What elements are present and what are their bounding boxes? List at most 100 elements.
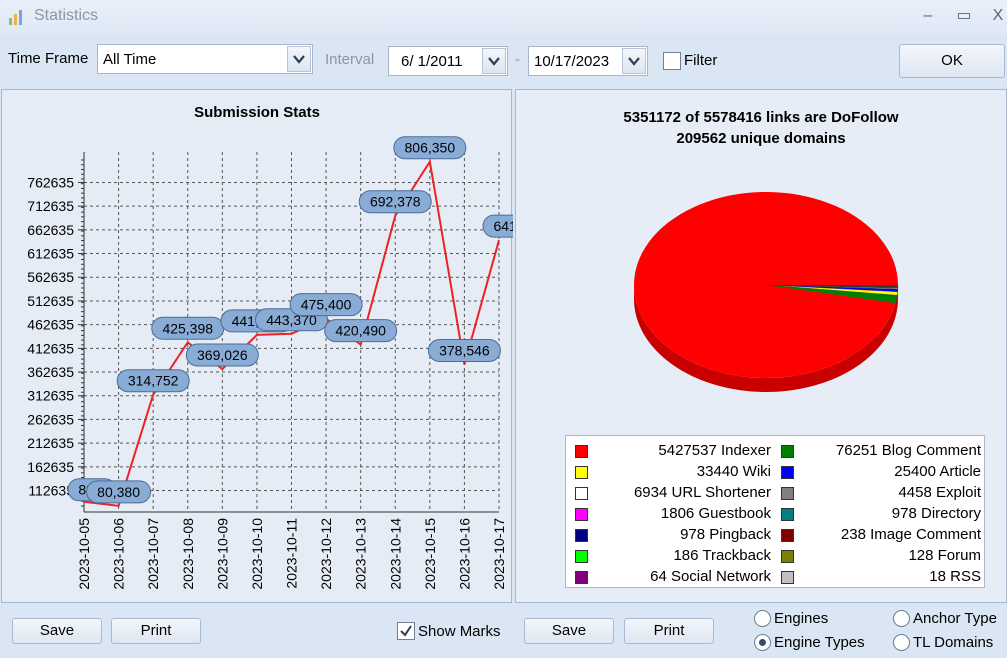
- x-tick-label: 2023-10-09: [214, 518, 230, 590]
- maximize-button[interactable]: ▭: [949, 4, 979, 28]
- pie-slice-indexer: [634, 191, 898, 378]
- legend-label: 18 RSS: [929, 568, 981, 585]
- data-mark: 475,400: [289, 293, 363, 317]
- date-range-dash: -: [515, 51, 520, 68]
- legend-label: 1806 Guestbook: [660, 505, 771, 522]
- show-marks-checkbox[interactable]: [397, 622, 415, 640]
- data-mark: 425,398: [151, 316, 225, 340]
- radio-tl-domains-label: TL Domains: [913, 634, 994, 651]
- legend-swatch: [575, 487, 588, 500]
- toolbar: Time Frame All Time Interval 6/ 1/2011 -…: [0, 34, 1007, 88]
- legend-label: 33440 Wiki: [696, 463, 771, 480]
- radio-anchor-type[interactable]: [893, 610, 910, 627]
- legend-label: 128 Forum: [908, 547, 981, 564]
- legend-swatch: [781, 529, 794, 542]
- legend-item: 25400 Article: [781, 462, 981, 483]
- submission-stats-panel: Submission Stats 112635 162635 212635 262635…: [1, 89, 513, 603]
- ok-button[interactable]: OK: [899, 44, 1005, 78]
- data-mark: 806,350: [393, 136, 467, 160]
- y-tick-label: 112635: [28, 483, 74, 499]
- y-tick-label: 512635: [27, 293, 74, 309]
- print-pie-button[interactable]: Print: [624, 618, 714, 644]
- legend-swatch: [781, 466, 794, 479]
- statistics-app-icon: [9, 10, 22, 25]
- print-chart-button[interactable]: Print: [111, 618, 201, 644]
- radio-engines[interactable]: [754, 610, 771, 627]
- x-tick-label: 2023-10-07: [145, 518, 161, 590]
- legend-item: 128 Forum: [781, 546, 981, 567]
- legend-item: 4458 Exploit: [781, 483, 981, 504]
- minimize-button[interactable]: –: [913, 4, 943, 28]
- date-to-value: 10/17/2023: [534, 53, 610, 70]
- time-frame-select[interactable]: All Time: [97, 44, 313, 74]
- save-pie-button[interactable]: Save: [524, 618, 614, 644]
- title-bar: Statistics – ▭ X: [0, 0, 1007, 34]
- legend-swatch: [575, 508, 588, 521]
- data-mark-label: 378,546: [439, 342, 490, 358]
- legend-label: 186 Trackback: [673, 547, 771, 564]
- legend-swatch: [575, 550, 588, 563]
- legend-label: 25400 Article: [894, 463, 981, 480]
- legend-swatch: [781, 571, 794, 584]
- date-to-picker[interactable]: 10/17/2023: [528, 46, 648, 76]
- data-mark-label: 425,398: [162, 320, 213, 336]
- date-to-dropdown-button[interactable]: [622, 48, 646, 74]
- data-mark-label: 475,400: [301, 297, 352, 313]
- y-tick-label: 412635: [27, 340, 74, 356]
- engine-types-pie-chart: [634, 191, 899, 392]
- chevron-down-icon: [628, 57, 640, 66]
- date-from-picker[interactable]: 6/ 1/2011: [388, 46, 508, 76]
- data-mark-label: 80,380: [97, 484, 140, 500]
- chevron-down-icon: [488, 57, 500, 66]
- bottom-bar: Save Print Show Marks Save Print Engines…: [0, 604, 1007, 658]
- y-tick-label: 312635: [27, 388, 74, 404]
- legend-swatch: [575, 529, 588, 542]
- data-mark-label: 806,350: [405, 140, 456, 156]
- filter-checkbox[interactable]: [663, 52, 681, 70]
- legend-item: 1806 Guestbook: [575, 504, 771, 525]
- y-tick-label: 162635: [27, 459, 74, 475]
- radio-selected-dot: [759, 639, 766, 646]
- y-tick-label: 612635: [27, 246, 74, 262]
- data-mark-label: 420,490: [335, 323, 386, 339]
- radio-engine-types[interactable]: [754, 634, 771, 651]
- submission-stats-chart: Submission Stats 112635 162635 212635 262635…: [27, 104, 513, 590]
- date-from-value: 6/ 1/2011: [401, 53, 463, 70]
- legend-label: 978 Pingback: [680, 526, 771, 543]
- data-mark-label: 369,026: [197, 347, 248, 363]
- legend-item: 238 Image Comment: [781, 525, 981, 546]
- x-tick-label: 2023-10-13: [353, 518, 369, 590]
- legend-label: 64 Social Network: [650, 568, 771, 585]
- legend-label: 978 Directory: [891, 505, 981, 522]
- close-button[interactable]: X: [983, 4, 1007, 28]
- x-tick-label: 2023-10-08: [180, 518, 196, 590]
- x-tick-label: 2023-10-10: [249, 518, 265, 590]
- data-mark-label: 641,0: [493, 218, 513, 234]
- time-frame-dropdown-button[interactable]: [287, 46, 311, 72]
- legend-item: 76251 Blog Comment: [781, 441, 981, 462]
- data-mark-label: 692,378: [370, 194, 421, 210]
- legend-label: 76251 Blog Comment: [835, 442, 981, 459]
- radio-tl-domains[interactable]: [893, 634, 910, 651]
- data-mark: 641,0: [482, 214, 513, 238]
- time-frame-value: All Time: [103, 51, 157, 68]
- legend-label: 5427537 Indexer: [658, 442, 771, 459]
- legend-item: 18 RSS: [781, 567, 981, 588]
- y-tick-label: 762635: [27, 174, 74, 190]
- x-tick-label: 2023-10-11: [284, 518, 300, 589]
- radio-anchor-type-label: Anchor Type: [913, 610, 997, 627]
- chevron-down-icon: [293, 55, 305, 64]
- y-tick-label: 212635: [27, 435, 74, 451]
- legend-swatch: [781, 550, 794, 563]
- save-chart-button[interactable]: Save: [12, 618, 102, 644]
- date-from-dropdown-button[interactable]: [482, 48, 506, 74]
- legend-item: 64 Social Network: [575, 567, 771, 588]
- x-tick-label: 2023-10-15: [422, 518, 438, 590]
- checkmark-icon: [400, 625, 412, 637]
- legend-swatch: [781, 445, 794, 458]
- data-mark: 80,380: [86, 480, 152, 504]
- x-tick-label: 2023-10-16: [456, 518, 472, 590]
- legend-label: 6934 URL Shortener: [633, 484, 771, 501]
- x-tick-label: 2023-10-14: [387, 518, 403, 590]
- legend-item: 978 Directory: [781, 504, 981, 525]
